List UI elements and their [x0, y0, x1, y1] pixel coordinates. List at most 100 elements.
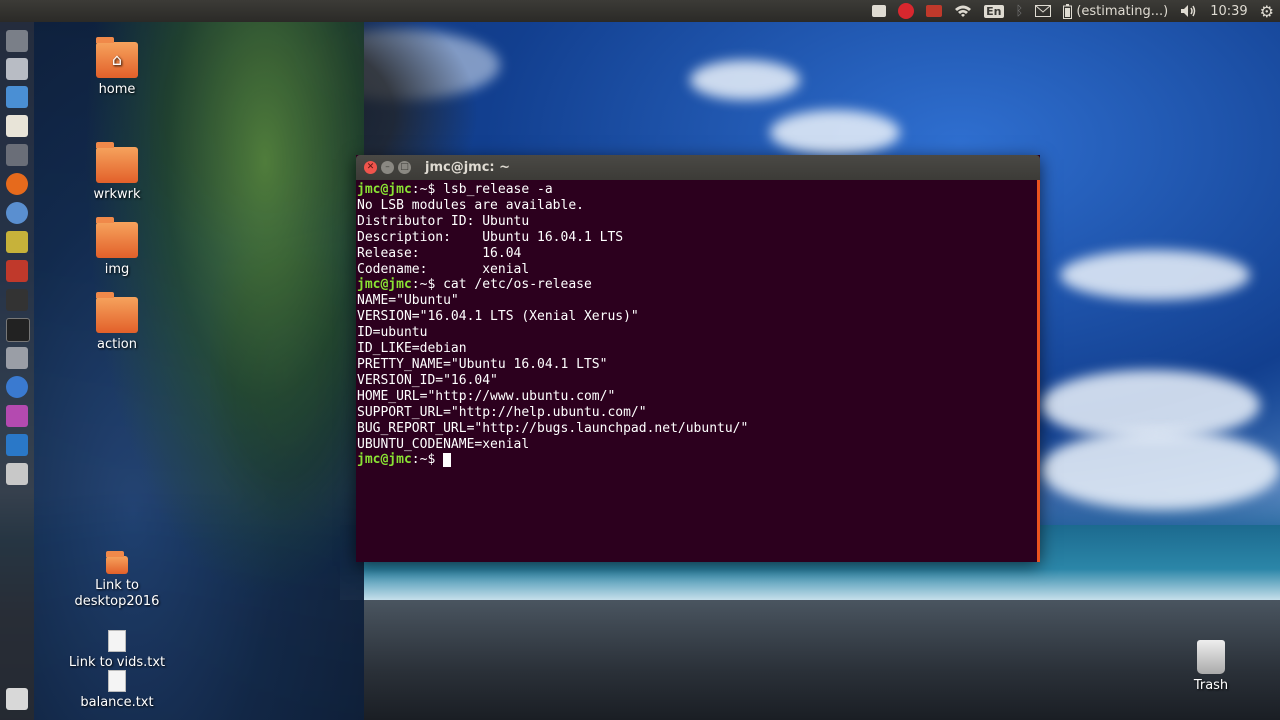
terminal-text: VERSION_ID="16.04" — [357, 372, 498, 388]
app-icon[interactable] — [6, 405, 28, 427]
battery-icon[interactable]: (estimating...) — [1063, 0, 1168, 22]
chromium-icon[interactable] — [6, 202, 28, 224]
text-file-icon — [108, 630, 126, 652]
bluetooth-icon[interactable]: ᛒ — [1016, 0, 1024, 22]
terminal-prompt-suffix: :~$ — [411, 452, 436, 468]
terminal-text: SUPPORT_URL="http://help.ubuntu.com/" — [357, 404, 647, 420]
terminal-text: Release: 16.04 — [357, 245, 522, 261]
terminal-text: lsb_release -a — [435, 182, 553, 197]
battery-status: (estimating...) — [1076, 3, 1169, 19]
app-icon[interactable] — [6, 86, 28, 108]
terminal-line: HOME_URL="http://www.ubuntu.com/" — [357, 389, 1039, 405]
desktop-icon-label: Trash — [1193, 678, 1229, 693]
dash-icon[interactable] — [6, 30, 28, 52]
beach — [300, 600, 1280, 720]
terminal-line: No LSB modules are available. — [357, 198, 1039, 214]
terminal-text: ID=ubuntu — [357, 325, 428, 341]
desktop-icon-link-vids[interactable]: Link to vids.txt — [62, 630, 172, 670]
gear-icon[interactable]: ⚙ — [1260, 0, 1274, 22]
app-icon[interactable] — [6, 434, 28, 456]
folder-icon — [96, 142, 138, 183]
keyboard-icon[interactable]: En — [984, 0, 1004, 22]
terminal-line: PRETTY_NAME="Ubuntu 16.04.1 LTS" — [357, 357, 1039, 373]
text-file-icon — [108, 670, 126, 692]
calculator-icon[interactable] — [6, 347, 28, 369]
terminal-line: jmc@jmc:~$ lsb_release -a — [357, 182, 1039, 198]
window-title: jmc@jmc: ~ — [425, 160, 511, 175]
trash-icon — [1197, 640, 1225, 674]
terminal-text: NAME="Ubuntu" — [357, 293, 459, 309]
text-editor-icon[interactable] — [6, 115, 28, 137]
terminal-line: VERSION="16.04.1 LTS (Xenial Xerus)" — [357, 309, 1039, 325]
files-icon[interactable] — [6, 58, 28, 80]
terminal-output[interactable]: jmc@jmc:~$ lsb_release -a No LSB modules … — [356, 180, 1040, 470]
terminal-line: ID=ubuntu — [357, 325, 1039, 341]
desktop-icon-wrkwrk[interactable]: wrkwrk — [72, 142, 162, 202]
terminal-window[interactable]: ✕ – □ jmc@jmc: ~ jmc@jmc:~$ lsb_release … — [356, 155, 1040, 562]
terminal-line: Codename: xenial — [357, 262, 1039, 278]
close-button[interactable]: ✕ — [364, 161, 377, 174]
cloud — [770, 110, 900, 155]
terminal-prompt: jmc@jmc — [357, 182, 412, 197]
record-icon[interactable] — [926, 0, 943, 22]
terminal-line: jmc@jmc:~$ cat /etc/os-release — [357, 277, 1039, 293]
window-titlebar[interactable]: ✕ – □ jmc@jmc: ~ — [356, 155, 1040, 180]
desktop-icon-img[interactable]: img — [72, 217, 162, 277]
terminal-line: Description: Ubuntu 16.04.1 LTS — [357, 230, 1039, 246]
wifi-icon[interactable] — [954, 0, 972, 22]
tree-roots — [34, 22, 364, 720]
volume-icon[interactable] — [1180, 0, 1198, 22]
terminal-prompt: jmc@jmc — [357, 452, 412, 468]
desktop-icon-home[interactable]: ⌂ home — [72, 37, 162, 97]
terminal-text: PRETTY_NAME="Ubuntu 16.04.1 LTS" — [357, 356, 608, 372]
terminal-line: Distributor ID: Ubuntu — [357, 214, 1039, 230]
terminal-text: BUG_REPORT_URL="http://bugs.launchpad.ne… — [357, 420, 749, 436]
desktop-icon-action[interactable]: action — [72, 292, 162, 352]
cloud — [690, 60, 800, 100]
window-edge — [1037, 180, 1040, 562]
maximize-button[interactable]: □ — [398, 161, 411, 174]
app-icon[interactable] — [6, 260, 28, 282]
desktop-icon-trash[interactable]: Trash — [1180, 640, 1242, 693]
folder-icon — [96, 217, 138, 258]
mega-icon[interactable] — [898, 0, 915, 22]
folder-icon — [96, 292, 138, 333]
app-icon[interactable] — [6, 376, 28, 398]
terminal-line: NAME="Ubuntu" — [357, 293, 1039, 309]
drive-icon[interactable] — [6, 463, 28, 485]
terminal-text: cat /etc/os-release — [435, 277, 592, 293]
terminal-line: UBUNTU_CODENAME=xenial — [357, 437, 1039, 453]
desktop-icon-balance[interactable]: balance.txt — [72, 670, 162, 710]
terminal-prompt: jmc@jmc — [357, 277, 412, 293]
trash-launcher-icon[interactable] — [6, 688, 28, 710]
app-icon[interactable] — [6, 231, 28, 253]
home-folder-icon: ⌂ — [96, 37, 138, 78]
terminal-icon[interactable] — [6, 318, 30, 342]
desktop-icon-label: home — [98, 82, 136, 97]
minimize-button[interactable]: – — [381, 161, 394, 174]
terminal-text: ID_LIKE=debian — [357, 341, 467, 357]
terminal-text: VERSION="16.04.1 LTS (Xenial Xerus)" — [357, 309, 639, 325]
terminal-line: BUG_REPORT_URL="http://bugs.launchpad.ne… — [357, 421, 1039, 437]
terminal-text: Description: Ubuntu 16.04.1 LTS — [357, 229, 624, 245]
desktop-icon-link-desktop2016[interactable]: Link to desktop2016 — [72, 551, 162, 610]
firefox-icon[interactable] — [6, 173, 28, 195]
cloud — [1060, 250, 1250, 300]
terminal-icon[interactable] — [6, 289, 28, 311]
terminal-cursor — [443, 452, 452, 467]
edit-icon[interactable] — [872, 0, 887, 22]
mail-icon[interactable] — [1035, 0, 1052, 22]
desktop-icon-label: balance.txt — [80, 695, 154, 710]
clock[interactable]: 10:39 — [1210, 0, 1247, 22]
terminal-text: HOME_URL="http://www.ubuntu.com/" — [357, 388, 616, 404]
desktop-icon-label: Link to vids.txt — [68, 655, 166, 670]
desktop-icon-label: img — [104, 262, 130, 277]
terminal-text: Distributor ID: Ubuntu — [357, 213, 530, 229]
desktop-icon-label: action — [96, 337, 137, 352]
launcher — [0, 22, 34, 720]
terminal-prompt-suffix: :~$ — [411, 277, 436, 293]
settings-icon[interactable] — [6, 144, 28, 166]
folder-link-icon — [106, 551, 128, 574]
terminal-prompt-suffix: :~$ — [411, 182, 436, 197]
